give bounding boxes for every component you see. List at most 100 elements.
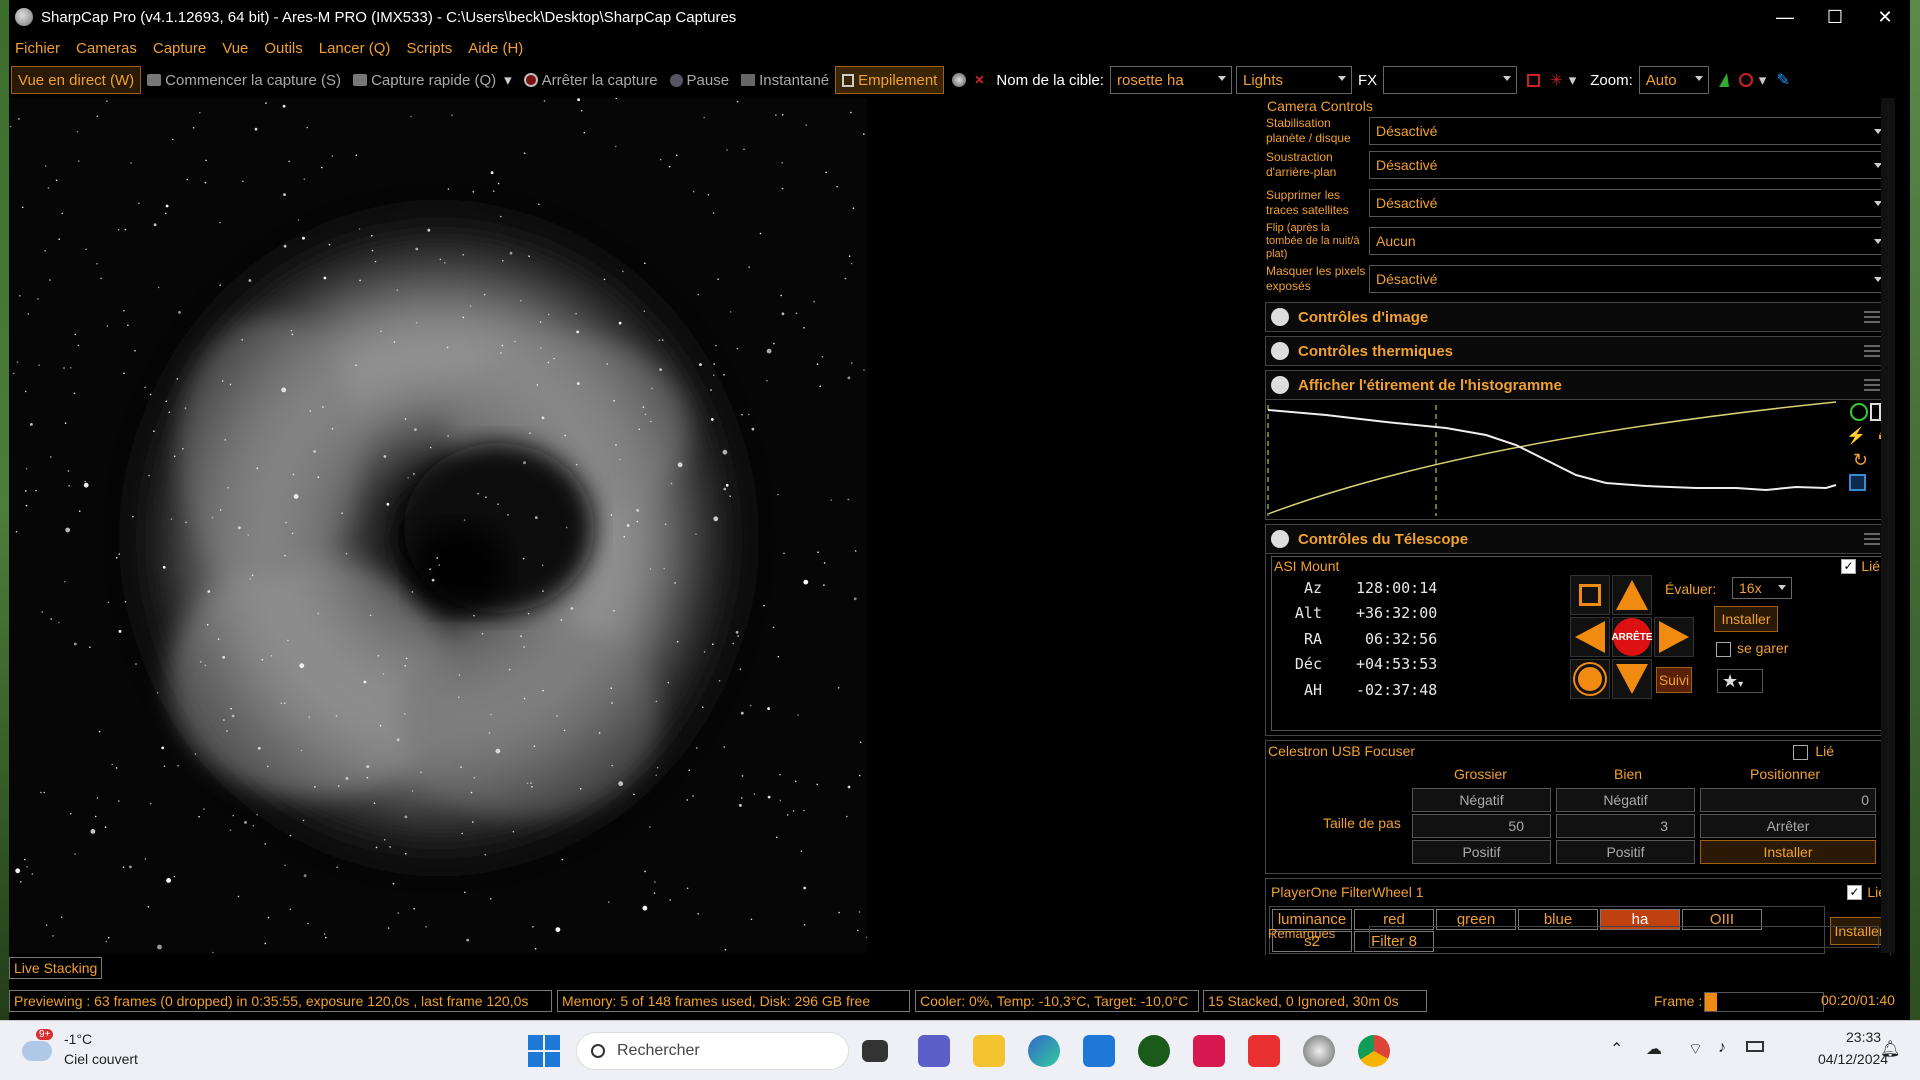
chevron-up-icon[interactable] [1271,376,1289,394]
maximize-button[interactable]: ☐ [1810,7,1860,28]
chevron-down-icon[interactable] [1271,342,1289,360]
satellite-removal-select[interactable]: Désactivé [1369,189,1891,217]
menu-cameras[interactable]: Cameras [70,40,147,57]
notes-input[interactable] [1369,926,1879,948]
menu-scripts[interactable]: Scripts [400,40,462,57]
hamburger-icon[interactable] [1864,345,1880,357]
chevron-down-icon[interactable]: ▾ [1759,71,1767,89]
network-off-icon[interactable]: ☁ [1646,1039,1662,1059]
start-button[interactable] [528,1035,560,1067]
thermal-controls-section[interactable]: Contrôles thermiques [1265,336,1891,366]
background-subtraction-select[interactable]: Désactivé [1369,151,1891,179]
focuser-install-button[interactable]: Installer [1700,840,1876,864]
start-capture-button[interactable]: Commencer la capture (S) [141,66,347,94]
move-west-button[interactable] [1570,617,1610,657]
move-east-button[interactable] [1654,617,1694,657]
hamburger-icon[interactable] [1864,533,1880,545]
power-icon[interactable] [1850,403,1868,421]
coarse-positive-button[interactable]: Positif [1412,840,1551,864]
store-icon[interactable] [1083,1035,1115,1067]
image-controls-section[interactable]: Contrôles d'image [1265,302,1891,332]
chevron-down-icon[interactable] [1271,308,1289,326]
target-icon[interactable] [1738,73,1753,87]
stop-capture-button[interactable]: Arrêter la capture [518,66,664,94]
focuser-stop-button[interactable]: Arrêter [1700,814,1876,838]
star-select[interactable]: ★▾ [1717,669,1763,693]
weather-widget[interactable]: 9+ -1°C Ciel couvert [20,1029,160,1073]
live-view-button[interactable]: Vue en direct (W) [11,66,142,94]
magic-wand-icon[interactable]: ✎ [1776,70,1789,90]
stellarium-icon[interactable] [1138,1035,1170,1067]
chevron-up-icon[interactable] [1271,530,1289,548]
taskbar-search[interactable]: Rechercher [576,1032,849,1070]
menu-capture[interactable]: Capture [147,40,216,57]
flip-select[interactable]: Aucun [1369,227,1891,255]
park-checkbox[interactable] [1716,642,1731,657]
minimize-button[interactable]: — [1760,7,1810,28]
hamburger-icon[interactable] [1864,311,1880,323]
close-button[interactable]: ✕ [1860,7,1910,28]
stacking-button[interactable]: Empilement [835,66,945,94]
notification-bell-icon[interactable]: 🔔︎ [1880,1039,1900,1059]
reticle-icon[interactable] [1527,73,1541,87]
panel-scrollbar[interactable] [1881,98,1895,953]
sphere-icon[interactable] [952,73,967,87]
chevron-down-icon[interactable]: ▾ [1569,71,1577,89]
chevron-down-icon[interactable]: ▾ [504,71,512,89]
fine-positive-button[interactable]: Positif [1556,840,1695,864]
chevron-up-icon[interactable]: ⌃ [1610,1039,1623,1059]
task-view-icon[interactable] [862,1040,888,1062]
sun-button[interactable] [1570,659,1610,699]
fine-step-input[interactable]: 3 [1556,814,1695,838]
live-stacking-tab[interactable]: Live Stacking [9,957,103,979]
tracking-button[interactable]: Suivi [1656,667,1692,693]
mount-linked-checkbox[interactable]: ✓ [1841,559,1856,574]
filterwheel-linked-checkbox[interactable]: ✓ [1847,885,1862,900]
fine-negative-button[interactable]: Négatif [1556,788,1695,812]
menu-vue[interactable]: Vue [216,40,258,57]
reset-icon[interactable]: ↻ [1853,450,1868,471]
histogram-icon[interactable] [1718,73,1729,87]
coarse-negative-button[interactable]: Négatif [1412,788,1551,812]
spiral-search-button[interactable] [1570,575,1610,615]
pause-button[interactable]: Pause [664,66,736,94]
snapshot-button[interactable]: Instantané [735,66,835,94]
hamburger-icon[interactable] [1864,379,1880,391]
teams-icon[interactable] [918,1035,950,1067]
lightning-icon[interactable]: ⚡ [1846,426,1866,446]
mask-pixels-select[interactable]: Désactivé [1369,265,1891,293]
wifi-icon[interactable]: ⌔ [1688,1039,1703,1059]
volume-icon[interactable]: ♪ [1718,1039,1726,1057]
chrome-icon[interactable] [1358,1035,1390,1067]
move-north-button[interactable] [1612,575,1652,615]
position-input[interactable]: 0 [1700,788,1876,812]
fx-select[interactable] [1383,66,1518,94]
mount-install-button[interactable]: Installer [1714,606,1778,632]
menu-lancer[interactable]: Lancer (Q) [313,40,401,57]
sharpcap-taskbar-icon[interactable] [1303,1035,1335,1067]
telescope-section[interactable]: Contrôles du Télescope [1265,524,1891,554]
hot-pixel-icon[interactable]: ✕ [974,73,984,87]
zoom-select[interactable]: Auto [1638,66,1709,94]
clock-date[interactable]: 04/12/2024 [1818,1051,1888,1067]
frame-type-select[interactable]: Lights [1235,66,1352,94]
red-app-icon[interactable] [1193,1035,1225,1067]
file-explorer-icon[interactable] [973,1035,1005,1067]
edge-icon[interactable] [1028,1035,1060,1067]
crosshair-icon[interactable]: ✳ [1550,71,1563,89]
coarse-step-input[interactable]: 50 [1412,814,1551,838]
anydesk-icon[interactable] [1248,1035,1280,1067]
histogram-section[interactable]: Afficher l'étirement de l'histogramme [1265,370,1891,400]
save-icon[interactable] [1849,474,1866,491]
stop-button[interactable]: ARRÊTE [1611,617,1653,657]
menu-aide[interactable]: Aide (H) [462,40,533,57]
battery-icon[interactable] [1746,1041,1764,1052]
menu-fichier[interactable]: Fichier [9,40,70,57]
menu-outils[interactable]: Outils [258,40,312,57]
image-viewport[interactable] [9,98,867,953]
move-south-button[interactable] [1612,659,1652,699]
histogram-panel[interactable]: ⚡ 🔒︎ ↻ [1265,400,1891,520]
planet-stabilization-select[interactable]: Désactivé [1369,117,1891,145]
clock-time[interactable]: 23:33 [1846,1029,1881,1045]
quick-capture-button[interactable]: Capture rapide (Q) ▾ [347,66,518,94]
